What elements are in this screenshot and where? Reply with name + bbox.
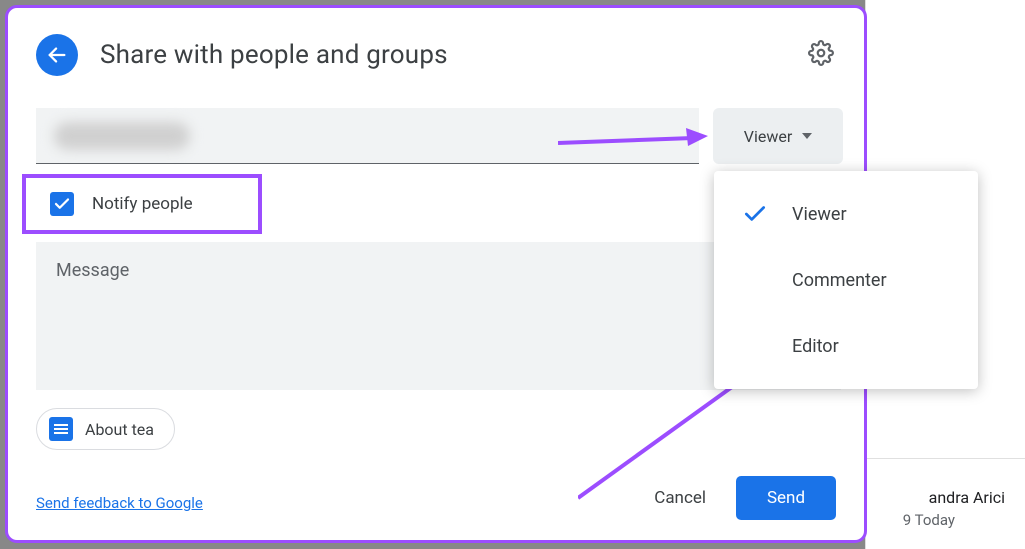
person-chip-redacted xyxy=(54,122,190,150)
role-option-label: Commenter xyxy=(792,270,887,291)
divider xyxy=(865,458,1025,459)
background-user-sub: 9 Today xyxy=(903,511,955,529)
message-placeholder: Message xyxy=(56,260,129,281)
annotation-arrow-icon xyxy=(558,128,708,158)
role-option-editor[interactable]: Editor xyxy=(714,313,978,379)
back-button[interactable] xyxy=(36,34,78,76)
dialog-title: Share with people and groups xyxy=(100,40,448,70)
notify-people-highlight: Notify people xyxy=(22,174,262,234)
dialog-header: Share with people and groups xyxy=(36,34,448,76)
settings-button[interactable] xyxy=(808,40,834,70)
attachment-name: About tea xyxy=(85,420,154,439)
arrow-left-icon xyxy=(46,44,68,66)
notify-checkbox[interactable] xyxy=(50,192,74,216)
role-option-viewer[interactable]: Viewer xyxy=(714,181,978,247)
send-feedback-link[interactable]: Send feedback to Google xyxy=(36,494,203,512)
attachment-chip[interactable]: About tea xyxy=(36,408,175,450)
background-user-name: andra Arici xyxy=(929,488,1005,507)
docs-icon xyxy=(49,417,73,441)
gear-icon xyxy=(808,40,834,66)
chevron-down-icon xyxy=(802,133,812,139)
notify-label: Notify people xyxy=(92,194,193,214)
check-icon xyxy=(53,195,71,213)
role-dropdown-menu: Viewer Commenter Editor xyxy=(714,171,978,389)
role-option-label: Viewer xyxy=(792,204,847,225)
role-option-commenter[interactable]: Commenter xyxy=(714,247,978,313)
role-option-label: Editor xyxy=(792,336,839,357)
check-icon xyxy=(742,201,768,227)
role-dropdown-button[interactable]: Viewer xyxy=(713,108,843,164)
role-dropdown-label: Viewer xyxy=(744,127,793,146)
